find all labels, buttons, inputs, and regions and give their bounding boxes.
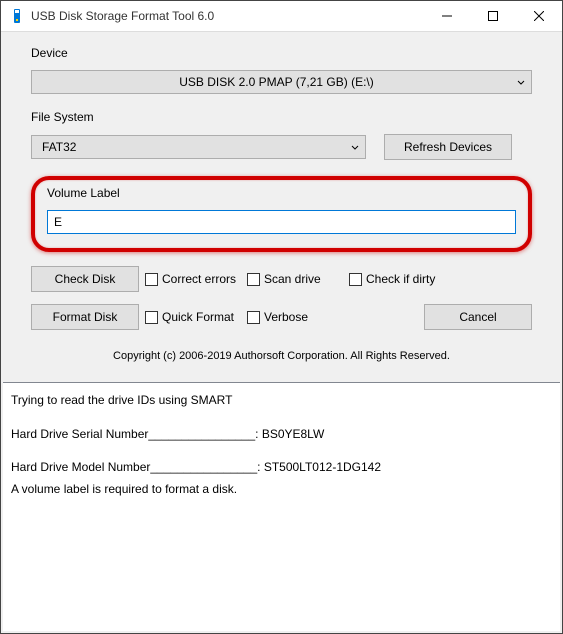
verbose-checkbox[interactable]: Verbose [247,310,343,324]
titlebar: USB Disk Storage Format Tool 6.0 [1,1,562,32]
window-title: USB Disk Storage Format Tool 6.0 [31,9,424,23]
maximize-button[interactable] [470,1,516,31]
app-icon [9,8,25,24]
volume-label-text: Volume Label [47,186,516,200]
content-area: Device USB DISK 2.0 PMAP (7,21 GB) (E:\)… [1,32,562,382]
scan-drive-checkbox[interactable]: Scan drive [247,272,343,286]
chevron-down-icon [517,75,525,89]
device-label: Device [31,46,532,60]
log-output[interactable]: Trying to read the drive IDs using SMART… [3,382,560,631]
checkbox-icon [145,311,158,324]
app-window: USB Disk Storage Format Tool 6.0 Device … [0,0,563,634]
log-line: Trying to read the drive IDs using SMART [11,393,552,409]
check-if-dirty-checkbox[interactable]: Check if dirty [349,272,445,286]
log-line: A volume label is required to format a d… [11,482,552,498]
filesystem-label: File System [31,110,532,124]
log-line: Hard Drive Serial Number________________… [11,427,552,443]
volume-label-input[interactable] [47,210,516,234]
device-dropdown[interactable]: USB DISK 2.0 PMAP (7,21 GB) (E:\) [31,70,532,94]
quick-format-checkbox[interactable]: Quick Format [145,310,241,324]
format-disk-button[interactable]: Format Disk [31,304,139,330]
checkbox-icon [349,273,362,286]
correct-errors-checkbox[interactable]: Correct errors [145,272,241,286]
device-selected: USB DISK 2.0 PMAP (7,21 GB) (E:\) [179,75,374,89]
copyright-text: Copyright (c) 2006-2019 Authorsoft Corpo… [31,342,532,374]
volume-label-section: Volume Label [31,176,532,252]
refresh-devices-button[interactable]: Refresh Devices [384,134,512,160]
checkbox-icon [247,273,260,286]
checkbox-icon [247,311,260,324]
minimize-button[interactable] [424,1,470,31]
log-line: Hard Drive Model Number________________:… [11,460,552,476]
check-disk-button[interactable]: Check Disk [31,266,139,292]
filesystem-dropdown[interactable]: FAT32 [31,135,366,159]
filesystem-selected: FAT32 [42,140,76,154]
cancel-button[interactable]: Cancel [424,304,532,330]
window-controls [424,1,562,31]
chevron-down-icon [351,140,359,154]
close-button[interactable] [516,1,562,31]
checkbox-icon [145,273,158,286]
